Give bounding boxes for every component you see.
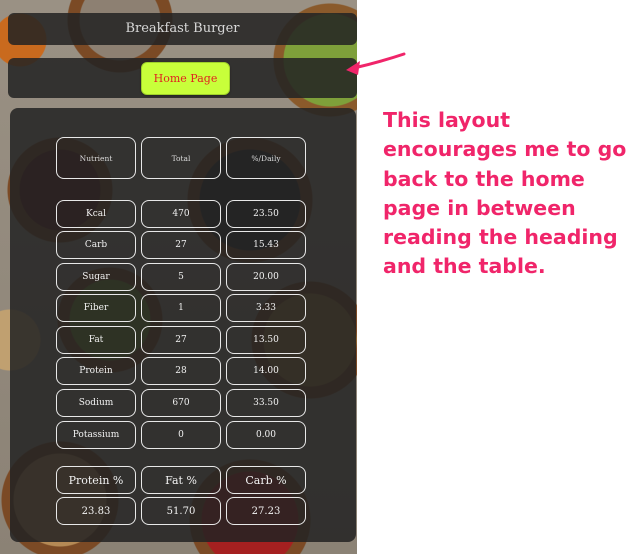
summary-header-protein: Protein % xyxy=(56,466,136,494)
row-sodium-total: 670 xyxy=(141,389,221,417)
summary-value-carb: 27.23 xyxy=(226,497,306,525)
column-header-nutrient: Nutrient xyxy=(56,137,136,179)
annotation-arrow-icon xyxy=(346,52,406,75)
row-potassium-label: Potassium xyxy=(56,421,136,449)
summary-header-carb: Carb % xyxy=(226,466,306,494)
summary-header-fat: Fat % xyxy=(141,466,221,494)
row-fiber-total: 1 xyxy=(141,294,221,322)
row-sugar-daily: 20.00 xyxy=(226,263,306,291)
row-protein-label: Protein xyxy=(56,357,136,385)
header-panel: Breakfast Burger xyxy=(8,13,357,45)
row-potassium-daily: 0.00 xyxy=(226,421,306,449)
row-carb-total: 27 xyxy=(141,231,221,259)
row-protein-daily: 14.00 xyxy=(226,357,306,385)
column-header-daily: %/Daily xyxy=(226,137,306,179)
row-carb-label: Carb xyxy=(56,231,136,259)
row-fiber-label: Fiber xyxy=(56,294,136,322)
row-sugar-total: 5 xyxy=(141,263,221,291)
row-fat-label: Fat xyxy=(56,326,136,354)
row-kcal-total: 470 xyxy=(141,200,221,228)
row-kcal-label: Kcal xyxy=(56,200,136,228)
row-fat-total: 27 xyxy=(141,326,221,354)
row-fiber-daily: 3.33 xyxy=(226,294,306,322)
row-fat-daily: 13.50 xyxy=(226,326,306,354)
row-potassium-total: 0 xyxy=(141,421,221,449)
summary-value-fat: 51.70 xyxy=(141,497,221,525)
app-screenshot: Breakfast Burger Home Page Nutrient Tota… xyxy=(0,0,357,554)
page-title: Breakfast Burger xyxy=(125,21,240,36)
row-sodium-label: Sodium xyxy=(56,389,136,417)
row-carb-daily: 15.43 xyxy=(226,231,306,259)
row-sugar-label: Sugar xyxy=(56,263,136,291)
row-sodium-daily: 33.50 xyxy=(226,389,306,417)
row-protein-total: 28 xyxy=(141,357,221,385)
annotation-note: This layout encourages me to go back to … xyxy=(383,108,627,279)
column-header-total: Total xyxy=(141,137,221,179)
home-page-button[interactable]: Home Page xyxy=(141,62,230,95)
summary-value-protein: 23.83 xyxy=(56,497,136,525)
row-kcal-daily: 23.50 xyxy=(226,200,306,228)
